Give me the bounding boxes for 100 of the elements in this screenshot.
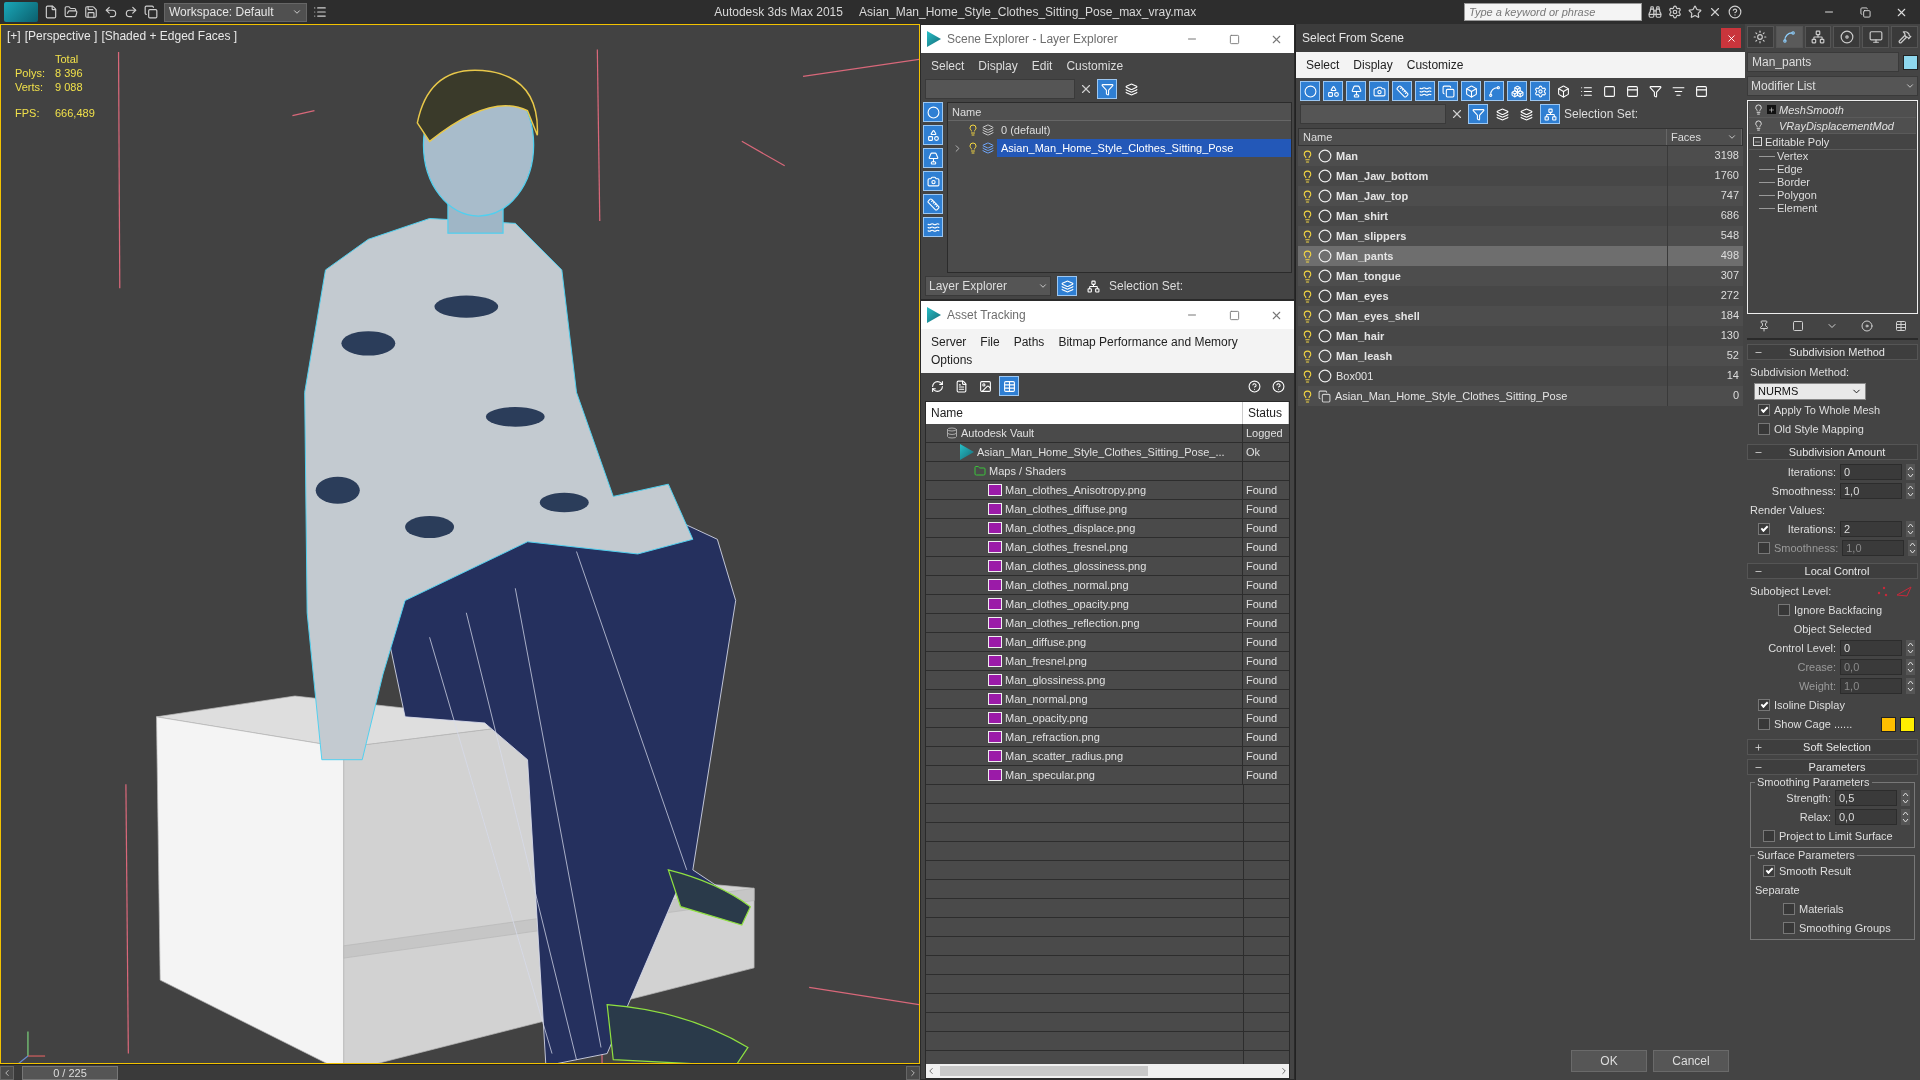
previous-frame-button[interactable]: [0, 1065, 14, 1080]
object-row[interactable]: Man_eyes_shell 184: [1298, 306, 1743, 326]
copy-icon[interactable]: [144, 5, 158, 19]
modifier-stack-item[interactable]: VRayDisplacementMod: [1749, 118, 1916, 134]
spinner-field[interactable]: 0: [1840, 640, 1902, 656]
search-field[interactable]: [925, 79, 1075, 99]
spinner-arrows-icon[interactable]: [1901, 809, 1910, 825]
gear-icon[interactable]: [1668, 5, 1682, 19]
layers-button[interactable]: [1057, 276, 1077, 296]
filter-button[interactable]: [1468, 104, 1488, 124]
type-filter-button[interactable]: [923, 148, 943, 168]
object-row[interactable]: Man_pants 498: [1298, 246, 1743, 266]
spinner-arrows-icon[interactable]: [1906, 464, 1915, 480]
motion-panel-tab[interactable]: [1833, 26, 1861, 48]
asset-name[interactable]: Man_specular.png: [1005, 769, 1095, 781]
spinner-arrows-icon[interactable]: [1906, 483, 1915, 499]
rollout-header[interactable]: Parameters: [1747, 759, 1918, 775]
object-row[interactable]: Man_leash 52: [1298, 346, 1743, 366]
spinner-field[interactable]: 0: [1840, 464, 1902, 480]
checkbox[interactable]: [1758, 523, 1770, 535]
asset-name[interactable]: Man_clothes_normal.png: [1005, 579, 1129, 591]
asset-name[interactable]: Man_clothes_fresnel.png: [1005, 541, 1128, 553]
asset-name[interactable]: Man_clothes_opacity.png: [1005, 598, 1129, 610]
utilities-panel-tab[interactable]: [1891, 26, 1918, 48]
checkbox[interactable]: [1783, 922, 1795, 934]
checkbox[interactable]: [1763, 830, 1775, 842]
checkbox[interactable]: [1758, 423, 1770, 435]
next-frame-button[interactable]: [906, 1065, 920, 1080]
asset-name[interactable]: Man_glossiness.png: [1005, 674, 1106, 686]
layer-name[interactable]: 0 (default): [997, 121, 1291, 139]
menu-item[interactable]: Select: [1306, 56, 1340, 74]
search-field[interactable]: [1300, 104, 1446, 124]
asset-name[interactable]: Asian_Man_Home_Style_Clothes_Sitting_Pose_...: [977, 446, 1225, 458]
menu-item[interactable]: Bitmap Performance and Memory: [1058, 333, 1238, 351]
asset-name[interactable]: Man_clothes_diffuse.png: [1005, 503, 1128, 515]
menu-item[interactable]: Display: [978, 57, 1018, 75]
menu-item[interactable]: Customize: [1406, 56, 1464, 74]
asset-name[interactable]: Man_opacity.png: [1005, 712, 1088, 724]
type-filter-button[interactable]: [1323, 81, 1343, 101]
checkbox[interactable]: [1783, 903, 1795, 915]
spinner-arrows-icon[interactable]: [1901, 790, 1910, 806]
spinner-arrows-icon[interactable]: [1908, 540, 1918, 556]
spinner-arrows-icon[interactable]: [1906, 521, 1915, 537]
asset-name[interactable]: Man_scatter_radius.png: [1005, 750, 1123, 762]
pin-icon[interactable]: [1758, 320, 1771, 332]
table-icon[interactable]: [1894, 320, 1907, 332]
cage-color-swatch[interactable]: [1900, 716, 1915, 732]
clear-icon[interactable]: [1079, 82, 1093, 96]
rollout-header[interactable]: Local Control: [1747, 563, 1918, 579]
binoculars-icon[interactable]: [1648, 5, 1662, 19]
asset-name[interactable]: Man_normal.png: [1005, 693, 1088, 705]
type-filter-button[interactable]: [923, 102, 943, 122]
type-filter-button[interactable]: [1415, 81, 1435, 101]
cage-color-swatch[interactable]: [1881, 716, 1896, 732]
menu-item[interactable]: Edit: [1031, 57, 1053, 75]
object-row[interactable]: Man_slippers 548: [1298, 226, 1743, 246]
close-icon[interactable]: [1708, 5, 1722, 19]
viewport-menu[interactable]: [Perspective ]: [24, 29, 98, 43]
asset-name[interactable]: Man_refraction.png: [1005, 731, 1100, 743]
workspace-dropdown[interactable]: Workspace: Default: [164, 2, 307, 22]
cancel-button[interactable]: Cancel: [1653, 1050, 1729, 1072]
explorer-dropdown[interactable]: Layer Explorer: [925, 276, 1051, 296]
viewport-menu[interactable]: [Shaded + Edged Faces ]: [101, 29, 238, 43]
object-row[interactable]: Asian_Man_Home_Style_Clothes_Sitting_Pose 0: [1298, 386, 1743, 406]
rollout-header[interactable]: Subdivision Amount: [1747, 444, 1918, 460]
menu-item[interactable]: Select: [931, 57, 965, 75]
type-filter-button[interactable]: [1461, 81, 1481, 101]
spinner-field[interactable]: 1,0: [1840, 483, 1902, 499]
asset-name[interactable]: Man_clothes_reflection.png: [1005, 617, 1140, 629]
type-filter-button[interactable]: [1392, 81, 1412, 101]
column-header[interactable]: Name: [1299, 129, 1667, 145]
ok-button[interactable]: OK: [1571, 1050, 1647, 1072]
asset-name[interactable]: Man_clothes_glossiness.png: [1005, 560, 1147, 572]
square-icon[interactable]: [1792, 320, 1805, 332]
spinner-arrows-icon[interactable]: [1906, 678, 1915, 694]
open-folder-icon[interactable]: [64, 5, 78, 19]
display-panel-tab[interactable]: [1862, 26, 1890, 48]
asset-name[interactable]: Man_fresnel.png: [1005, 655, 1087, 667]
spinner-arrows-icon[interactable]: [1906, 640, 1915, 656]
object-name-field[interactable]: Man_pants: [1747, 52, 1899, 72]
search-field[interactable]: Type a keyword or phrase: [1464, 3, 1642, 21]
type-filter-button[interactable]: [923, 125, 943, 145]
close-button[interactable]: [1721, 28, 1741, 48]
spinner-field[interactable]: 0,0: [1835, 809, 1897, 825]
checkbox[interactable]: [1758, 404, 1770, 416]
layer-name[interactable]: Asian_Man_Home_Style_Clothes_Sitting_Pose: [997, 139, 1291, 157]
checkbox[interactable]: [1778, 604, 1790, 616]
column-header[interactable]: Name: [948, 103, 1291, 121]
star-icon[interactable]: [1688, 5, 1702, 19]
column-header[interactable]: Faces: [1667, 129, 1742, 145]
type-filter-button[interactable]: [1507, 81, 1527, 101]
spinner-field[interactable]: 0,5: [1835, 790, 1897, 806]
type-filter-button[interactable]: [1438, 81, 1458, 101]
checkbox[interactable]: [1758, 718, 1770, 730]
menu-item[interactable]: Server: [931, 333, 967, 351]
object-row[interactable]: Man 3198: [1298, 146, 1743, 166]
checkbox[interactable]: [1758, 542, 1770, 554]
column-header[interactable]: Status: [1243, 402, 1289, 424]
column-header[interactable]: Name: [926, 402, 1243, 424]
expand-icon[interactable]: [1767, 105, 1776, 114]
